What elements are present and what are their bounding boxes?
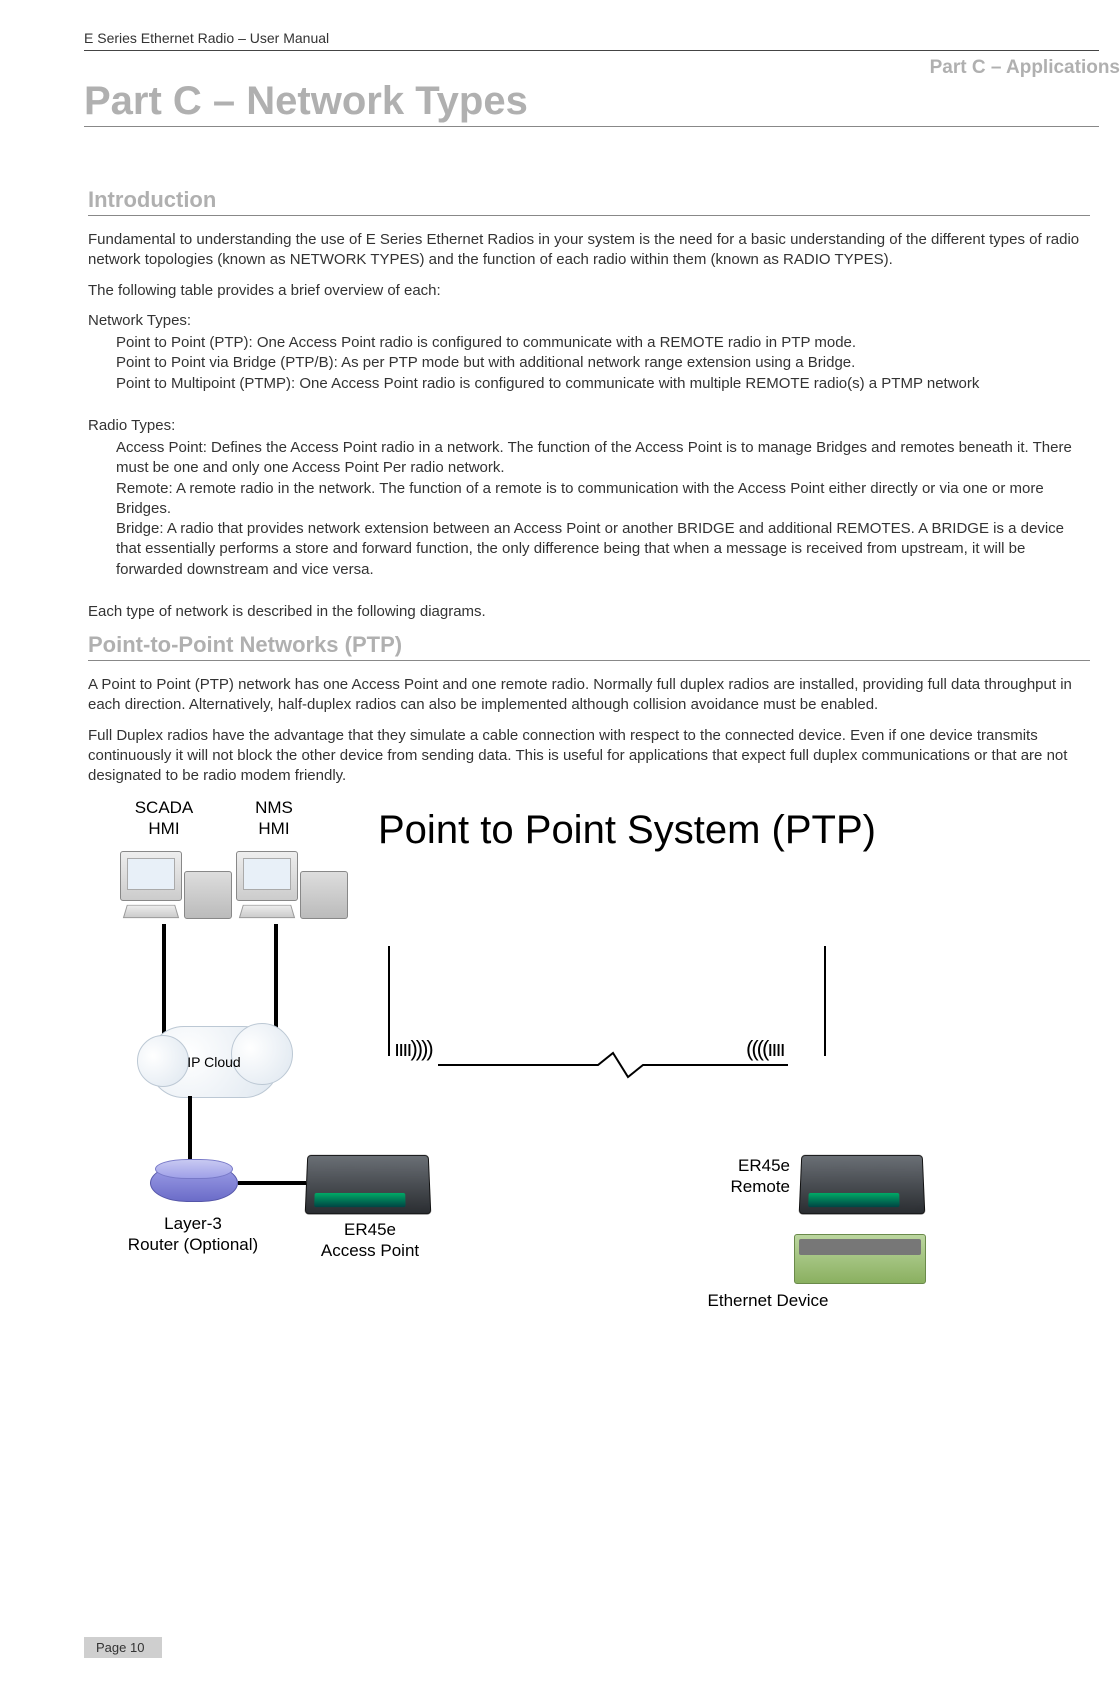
radio-type-1: Access Point: Defines the Access Point r… [116,438,1090,479]
net-type-2: Point to Point via Bridge (PTP/B): As pe… [116,353,1090,373]
manual-title: E Series Ethernet Radio – User Manual [84,30,1120,46]
link-cloud-router [188,1096,192,1166]
ptp-p2: Full Duplex radios have the advantage th… [88,726,1090,787]
radio-type-2: Remote: A remote radio in the network. T… [116,479,1090,520]
diagram-title: Point to Point System (PTP) [378,808,876,853]
nms-label: NMS HMI [244,798,304,839]
ap-label: ER45e Access Point [300,1220,440,1261]
ip-cloud-label: IP Cloud [187,1054,240,1070]
remote-antenna-icon [824,946,826,1056]
net-types-label: Network Types: [88,311,1090,331]
header-rule [84,50,1099,51]
radio-type-3: Bridge: A radio that provides network ex… [116,519,1090,580]
ap-waves-icon: ıııı)))) [394,1036,432,1062]
intro-underline [88,215,1090,216]
ap-radio-icon [305,1155,432,1214]
net-type-1: Point to Point (PTP): One Access Point r… [116,333,1090,353]
footer: Page 10 [84,1637,1024,1658]
scada-label: SCADA HMI [124,798,204,839]
router-icon [150,1164,238,1202]
remote-label: ER45e Remote [690,1156,790,1197]
intro-p1: Fundamental to understanding the use of … [88,230,1090,271]
intro-heading: Introduction [88,187,216,213]
net-type-3: Point to Multipoint (PTMP): One Access P… [116,374,1090,394]
ap-antenna-icon [388,946,390,1056]
remote-radio-icon [799,1155,926,1214]
content: Introduction Fundamental to understandin… [88,187,1090,1326]
part-title: Part C – Network Types [84,79,1120,124]
intro-p3: Each type of network is described in the… [88,602,1090,622]
link-nms-cloud [274,924,278,1034]
nms-pc-icon [236,851,348,919]
intro-p2: The following table provides a brief ove… [88,281,1090,301]
section-ptp: Point-to-Point Networks (PTP) A Point to… [88,632,1090,786]
remote-waves-icon: ((((ıııı [746,1036,784,1062]
ptp-heading: Point-to-Point Networks (PTP) [88,632,402,658]
rf-link-icon [438,1051,788,1081]
ptp-diagram: Point to Point System (PTP) SCADA HMI NM… [88,796,1088,1326]
router-label: Layer-3 Router (Optional) [118,1214,268,1255]
radio-types-label: Radio Types: [88,416,1090,436]
page-number: Page 10 [84,1637,162,1658]
ip-cloud-icon: IP Cloud [148,1026,280,1098]
link-scada-cloud [162,924,166,1034]
scada-pc-icon [120,851,232,919]
part-label: Part C – Applications [0,57,1120,79]
page: E Series Ethernet Radio – User Manual Pa… [0,0,1120,1688]
section-intro: Introduction Fundamental to understandin… [88,187,1090,622]
ptp-p1: A Point to Point (PTP) network has one A… [88,675,1090,716]
ptp-underline [88,660,1090,661]
part-underline [84,126,1099,127]
ethernet-device-icon [794,1234,926,1284]
ethernet-device-label: Ethernet Device [698,1291,838,1311]
link-router-ap [238,1181,306,1185]
